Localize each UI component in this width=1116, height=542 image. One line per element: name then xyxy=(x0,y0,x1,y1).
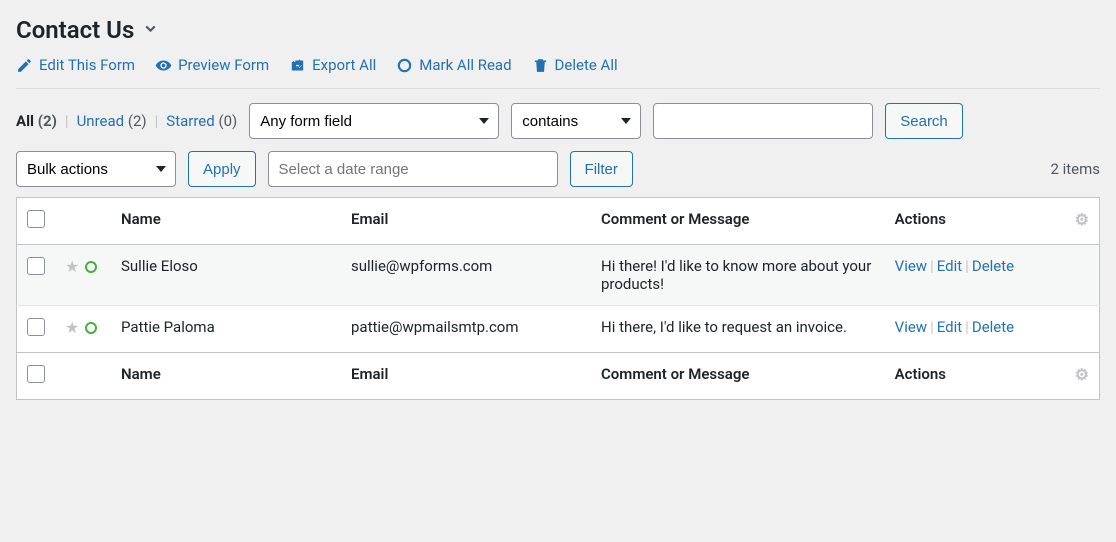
row-checkbox[interactable] xyxy=(27,257,45,275)
search-value-input[interactable] xyxy=(653,103,873,139)
unread-indicator-icon[interactable] xyxy=(85,261,97,273)
search-button[interactable]: Search xyxy=(885,103,963,139)
bulk-actions-select[interactable]: Bulk actions xyxy=(16,151,176,187)
filter-all-count: (2) xyxy=(38,112,57,130)
pencil-icon xyxy=(16,57,33,74)
search-condition-select[interactable]: contains xyxy=(511,103,641,139)
col-name-footer[interactable]: Name xyxy=(111,353,341,400)
cell-email: sullie@wpforms.com xyxy=(341,245,591,306)
col-message-footer[interactable]: Comment or Message xyxy=(591,353,885,400)
filter-all-label: All xyxy=(16,112,34,130)
toolbar: Edit This Form Preview Form Export All M… xyxy=(16,56,1100,89)
table-row: ★ Pattie Paloma pattie@wpmailsmtp.com Hi… xyxy=(17,306,1100,353)
filter-unread[interactable]: Unread (2) xyxy=(77,112,147,130)
delete-link[interactable]: Delete xyxy=(972,318,1014,336)
date-range-input[interactable] xyxy=(268,151,558,187)
edit-form-label: Edit This Form xyxy=(39,56,135,74)
export-icon xyxy=(289,57,306,74)
cell-name: Pattie Paloma xyxy=(111,306,341,353)
filter-all[interactable]: All (2) xyxy=(16,112,57,130)
cell-name: Sullie Eloso xyxy=(111,245,341,306)
delete-all-link[interactable]: Delete All xyxy=(532,56,618,74)
cell-message: Hi there! I'd like to know more about yo… xyxy=(591,245,885,306)
trash-icon xyxy=(532,57,549,74)
mark-all-read-label: Mark All Read xyxy=(419,56,511,74)
select-all-checkbox-bottom[interactable] xyxy=(27,365,45,383)
col-email-footer[interactable]: Email xyxy=(341,353,591,400)
preview-form-link[interactable]: Preview Form xyxy=(155,56,269,74)
view-link[interactable]: View xyxy=(895,257,927,275)
export-all-link[interactable]: Export All xyxy=(289,56,376,74)
view-link[interactable]: View xyxy=(895,318,927,336)
filter-unread-label: Unread xyxy=(77,112,125,130)
items-count: 2 items xyxy=(1050,160,1100,178)
cell-email: pattie@wpmailsmtp.com xyxy=(341,306,591,353)
circle-icon xyxy=(396,57,413,74)
select-all-checkbox[interactable] xyxy=(27,210,45,228)
filter-starred-label: Starred xyxy=(166,112,214,130)
filter-unread-count: (2) xyxy=(128,112,147,130)
row-checkbox[interactable] xyxy=(27,318,45,336)
status-filters: All (2) | Unread (2) | Starred (0) xyxy=(16,112,237,130)
col-actions: Actions xyxy=(885,198,1065,245)
mark-all-read-link[interactable]: Mark All Read xyxy=(396,56,511,74)
delete-all-label: Delete All xyxy=(555,56,618,74)
form-switch-dropdown[interactable] xyxy=(142,20,159,41)
edit-form-link[interactable]: Edit This Form xyxy=(16,56,135,74)
cell-message: Hi there, I'd like to request an invoice… xyxy=(591,306,885,353)
separator: | xyxy=(155,112,159,130)
unread-indicator-icon[interactable] xyxy=(85,322,97,334)
entries-table: Name Email Comment or Message Actions ⚙ … xyxy=(16,197,1100,400)
star-icon[interactable]: ★ xyxy=(65,318,79,337)
filter-starred[interactable]: Starred (0) xyxy=(166,112,237,130)
star-icon[interactable]: ★ xyxy=(65,257,79,276)
separator: | xyxy=(65,112,69,130)
col-email[interactable]: Email xyxy=(341,198,591,245)
filter-button[interactable]: Filter xyxy=(570,151,633,187)
export-all-label: Export All xyxy=(312,56,376,74)
delete-link[interactable]: Delete xyxy=(972,257,1014,275)
page-title: Contact Us xyxy=(16,16,134,44)
gear-icon[interactable]: ⚙ xyxy=(1075,210,1089,229)
col-name[interactable]: Name xyxy=(111,198,341,245)
edit-link[interactable]: Edit xyxy=(937,318,962,336)
edit-link[interactable]: Edit xyxy=(937,257,962,275)
indicators-header xyxy=(55,198,111,245)
col-message[interactable]: Comment or Message xyxy=(591,198,885,245)
gear-icon[interactable]: ⚙ xyxy=(1075,365,1089,384)
apply-button[interactable]: Apply xyxy=(188,151,256,187)
eye-icon xyxy=(155,57,172,74)
table-row: ★ Sullie Eloso sullie@wpforms.com Hi the… xyxy=(17,245,1100,306)
preview-form-label: Preview Form xyxy=(178,56,269,74)
col-actions-footer: Actions xyxy=(885,353,1065,400)
search-field-select[interactable]: Any form field xyxy=(249,103,499,139)
filter-starred-count: (0) xyxy=(218,112,237,130)
